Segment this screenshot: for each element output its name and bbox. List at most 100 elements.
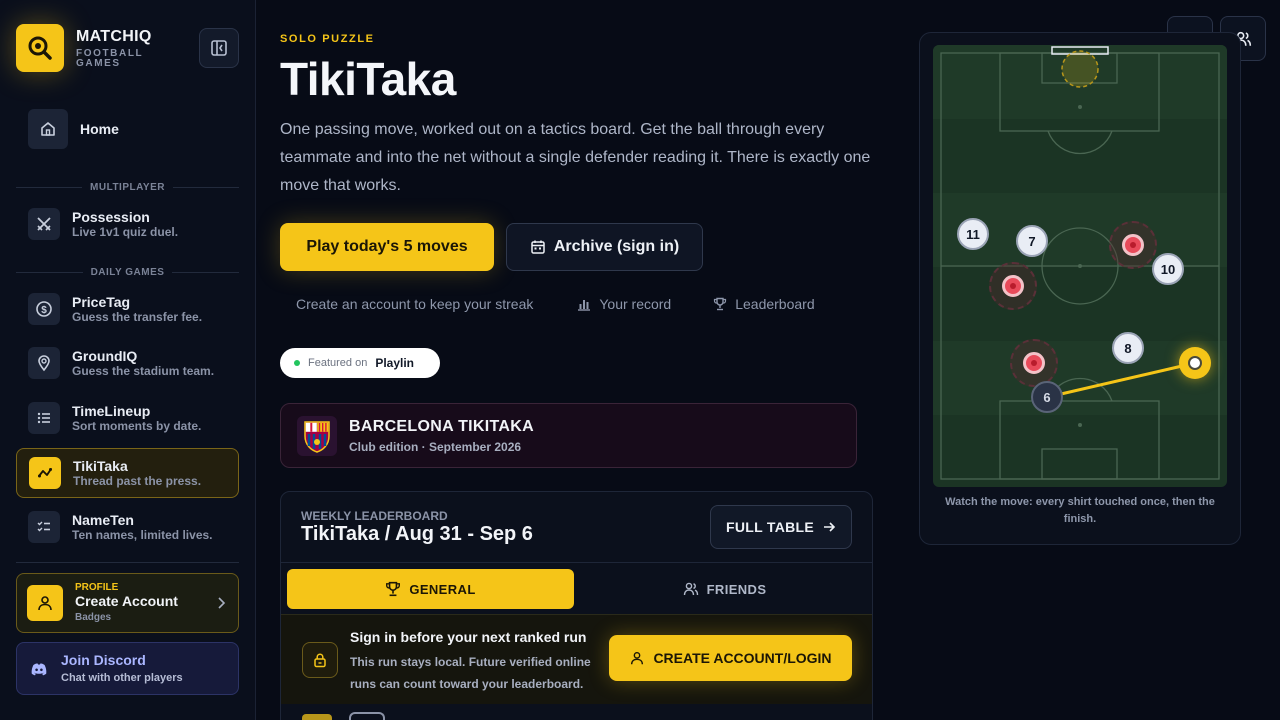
sidebar: MATCHIQ FOOTBALL GAMES Home MULTIPLAYER … bbox=[0, 0, 256, 720]
page-title: TikiTaka bbox=[280, 53, 456, 105]
player-10[interactable]: 10 bbox=[1152, 253, 1184, 285]
arrow-right-icon bbox=[824, 522, 836, 532]
player-6[interactable]: 6 bbox=[1031, 381, 1063, 413]
chevron-right-icon bbox=[218, 597, 226, 609]
weekly-leaderboard-card: WEEKLY LEADERBOARD TikiTaka / Aug 31 - S… bbox=[280, 491, 873, 720]
defender-marker bbox=[1010, 339, 1058, 387]
nav-title: GroundIQ bbox=[72, 347, 138, 364]
list-ordered-icon bbox=[28, 402, 60, 434]
map-pin-icon bbox=[28, 347, 60, 379]
club-title: BARCELONA TIKITAKA bbox=[349, 417, 534, 435]
secondary-links: Create an account to keep your streak Yo… bbox=[296, 296, 815, 312]
profile-title: Create Account bbox=[75, 593, 178, 609]
club-crest-icon bbox=[297, 415, 337, 456]
nav-desc: Sort moments by date. bbox=[72, 418, 202, 433]
trophy-icon bbox=[714, 297, 727, 311]
users-icon bbox=[683, 582, 698, 596]
create-account-streak-link[interactable]: Create an account to keep your streak bbox=[296, 296, 533, 312]
avatar bbox=[349, 712, 385, 720]
leaderboard-eyebrow: WEEKLY LEADERBOARD bbox=[301, 509, 448, 523]
profile-sub: Badges bbox=[75, 612, 112, 623]
archive-button[interactable]: Archive (sign in) bbox=[506, 223, 703, 271]
sidebar-collapse-icon bbox=[211, 40, 227, 56]
brand-subtitle-1: FOOTBALL bbox=[76, 47, 144, 59]
sidebar-item-timelineup[interactable]: TimeLineup Sort moments by date. bbox=[16, 396, 239, 440]
checklist-icon bbox=[28, 511, 60, 543]
play-today-button[interactable]: Play today's 5 moves bbox=[280, 223, 494, 271]
featured-prefix: Featured on bbox=[308, 357, 368, 369]
sidebar-divider bbox=[16, 562, 239, 563]
swords-icon bbox=[28, 208, 60, 240]
lock-icon bbox=[302, 642, 338, 678]
discord-title: Join Discord bbox=[61, 651, 146, 668]
nav-desc: Guess the transfer fee. bbox=[72, 309, 203, 324]
defender-marker bbox=[989, 262, 1037, 310]
featured-on-badge[interactable]: Featured on Playlin bbox=[280, 348, 440, 378]
signin-description: This run stays local. Future verified on… bbox=[350, 655, 591, 691]
status-dot bbox=[294, 360, 300, 366]
tab-friends[interactable]: FRIENDS bbox=[581, 569, 868, 609]
sidebar-item-possession[interactable]: Possession Live 1v1 quiz duel. bbox=[16, 202, 239, 246]
user-icon bbox=[27, 585, 63, 621]
nav-desc: Ten names, limited lives. bbox=[72, 527, 213, 542]
page-eyebrow: SOLO PUZZLE bbox=[280, 33, 375, 45]
nav-title: TimeLineup bbox=[72, 402, 151, 419]
your-record-link[interactable]: Your record bbox=[577, 296, 671, 312]
sidebar-item-home[interactable]: Home bbox=[16, 109, 239, 149]
full-table-button[interactable]: FULL TABLE bbox=[710, 505, 852, 549]
discord-subtitle: Chat with other players bbox=[61, 671, 183, 684]
calendar-icon bbox=[531, 240, 545, 254]
profile-tag: PROFILE bbox=[75, 582, 119, 593]
nav-title: NameTen bbox=[72, 511, 134, 528]
home-icon bbox=[28, 109, 68, 149]
signin-banner: Sign in before your next ranked run This… bbox=[281, 614, 872, 704]
nav-title: Possession bbox=[72, 208, 150, 225]
create-account-login-button[interactable]: CREATE ACCOUNT/LOGIN bbox=[609, 635, 852, 681]
page-description: One passing move, worked out on a tactic… bbox=[280, 121, 871, 194]
player-7[interactable]: 7 bbox=[1016, 225, 1048, 257]
route-icon bbox=[29, 457, 61, 489]
featured-brand: Playlin bbox=[375, 356, 415, 370]
player-11[interactable]: 11 bbox=[957, 218, 989, 250]
profile-card[interactable]: PROFILE Create Account Badges bbox=[16, 573, 239, 633]
defender-marker bbox=[1109, 221, 1157, 269]
leaderboard-link[interactable]: Leaderboard bbox=[713, 296, 815, 312]
club-edition-card[interactable]: BARCELONA TIKITAKA Club edition · Septem… bbox=[280, 403, 857, 468]
tactics-board-card: 11 7 10 8 6 Watch the move: every shirt … bbox=[919, 32, 1241, 545]
nav-desc: Thread past the press. bbox=[73, 473, 202, 488]
ball-icon[interactable] bbox=[1179, 347, 1211, 379]
brand[interactable]: MATCHIQ FOOTBALL GAMES bbox=[16, 24, 152, 72]
signin-title: Sign in before your next ranked run bbox=[350, 629, 587, 645]
collapse-sidebar-button[interactable] bbox=[199, 28, 239, 68]
tactics-pitch[interactable]: 11 7 10 8 6 bbox=[933, 45, 1227, 487]
dollar-icon: $ bbox=[28, 293, 60, 325]
logo-icon bbox=[16, 24, 64, 72]
rank-badge bbox=[302, 714, 332, 720]
svg-text:$: $ bbox=[41, 305, 47, 316]
leaderboard-title: TikiTaka / Aug 31 - Sep 6 bbox=[301, 523, 533, 545]
section-multiplayer: MULTIPLAYER bbox=[16, 182, 239, 193]
trophy-icon bbox=[386, 581, 401, 597]
bar-chart-icon bbox=[578, 300, 591, 311]
board-caption: Watch the move: every shirt touched once… bbox=[945, 496, 1215, 525]
nav-title: TikiTaka bbox=[73, 457, 128, 474]
sidebar-item-tikitaka[interactable]: TikiTaka Thread past the press. bbox=[16, 448, 239, 498]
leaderboard-tabs: GENERAL FRIENDS bbox=[281, 562, 872, 614]
discord-icon bbox=[31, 662, 47, 675]
brand-name: MATCHIQ bbox=[76, 27, 152, 45]
sidebar-item-nameten[interactable]: NameTen Ten names, limited lives. bbox=[16, 505, 239, 549]
nav-title: PriceTag bbox=[72, 293, 131, 310]
sidebar-item-pricetag[interactable]: $ PriceTag Guess the transfer fee. bbox=[16, 287, 239, 331]
nav-desc: Live 1v1 quiz duel. bbox=[72, 224, 179, 239]
sidebar-item-groundiq[interactable]: GroundIQ Guess the stadium team. bbox=[16, 341, 239, 385]
player-8[interactable]: 8 bbox=[1112, 332, 1144, 364]
tab-general[interactable]: GENERAL bbox=[287, 569, 574, 609]
club-subtitle: Club edition · September 2026 bbox=[349, 439, 522, 454]
sidebar-home-label: Home bbox=[80, 121, 119, 137]
brand-subtitle-2: GAMES bbox=[76, 57, 121, 69]
join-discord-card[interactable]: Join Discord Chat with other players bbox=[16, 642, 239, 695]
section-daily-games: DAILY GAMES bbox=[16, 267, 239, 278]
user-icon bbox=[631, 651, 644, 665]
nav-desc: Guess the stadium team. bbox=[72, 363, 215, 378]
archive-button-label: Archive (sign in) bbox=[553, 238, 680, 255]
